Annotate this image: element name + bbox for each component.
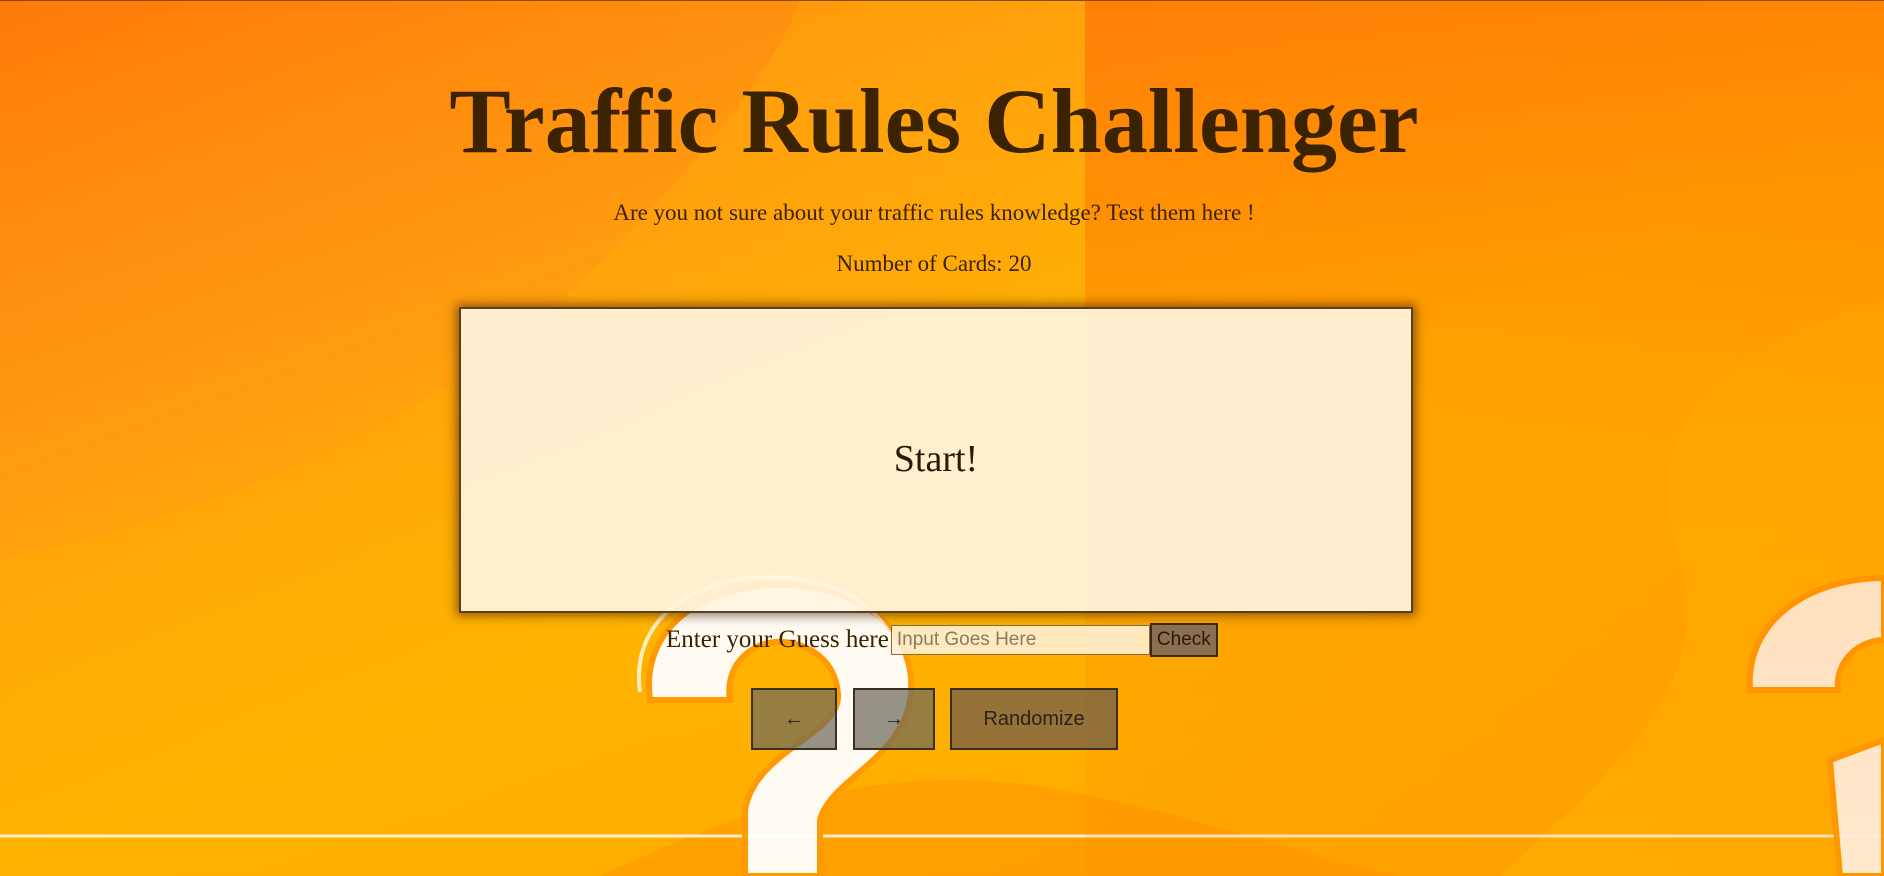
top-border <box>0 0 1884 1</box>
guess-form: Enter your Guess here Check <box>666 623 1218 657</box>
page-subtitle: Are you not sure about your traffic rule… <box>613 200 1255 225</box>
card-count-value: 20 <box>1008 251 1032 276</box>
flashcard[interactable]: Start! <box>459 307 1413 613</box>
guess-label: Enter your Guess here <box>666 626 889 653</box>
card-count: Number of Cards: 20 <box>0 250 1868 278</box>
card-navigation: ← → Randomize <box>751 688 1118 750</box>
page-title: Traffic Rules Challenger <box>449 70 1419 172</box>
previous-card-button[interactable]: ← <box>751 688 837 750</box>
flashcard-text: Start! <box>893 438 979 480</box>
card-count-label: Number of Cards: <box>836 251 1003 276</box>
next-card-button[interactable]: → <box>853 688 935 750</box>
guess-input[interactable] <box>890 625 1150 655</box>
check-button[interactable]: Check <box>1149 623 1218 657</box>
randomize-button[interactable]: Randomize <box>950 688 1118 750</box>
